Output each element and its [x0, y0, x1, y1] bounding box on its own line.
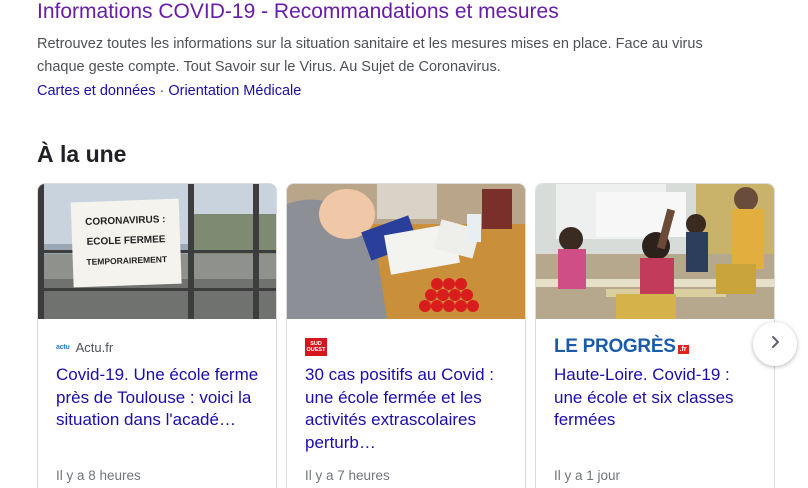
top-stories-carousel: CORONAVIRUS : ECOLE FERMEE TEMPORAIREMEN… — [37, 183, 808, 488]
sitelink-separator: · — [159, 83, 165, 99]
sitelink-orientation[interactable]: Orientation Médicale — [168, 83, 301, 99]
news-card-image — [287, 184, 525, 319]
news-headline[interactable]: 30 cas positifs au Covid : une école fer… — [305, 364, 511, 454]
news-time: Il y a 7 heures — [305, 468, 390, 483]
news-card-actu[interactable]: CORONAVIRUS : ECOLE FERMEE TEMPORAIREMEN… — [37, 183, 277, 488]
news-time: Il y a 8 heures — [56, 468, 141, 483]
news-source-name: Actu.fr — [75, 339, 114, 355]
result-snippet: Retrouvez toutes les informations sur la… — [37, 36, 703, 75]
sitelink-cartes[interactable]: Cartes et données — [37, 83, 156, 99]
news-source: actu Actu.fr — [56, 338, 113, 356]
carousel-next-button[interactable] — [753, 322, 797, 366]
news-source: SUD OUEST — [305, 338, 327, 356]
news-card-sudouest[interactable]: SUD OUEST 30 cas positifs au Covid : une… — [286, 183, 526, 488]
actu-logo: actu — [56, 343, 70, 351]
news-card-image: CORONAVIRUS : ECOLE FERMEE TEMPORAIREMEN… — [38, 184, 276, 319]
sudouest-logo: SUD OUEST — [305, 338, 327, 356]
sitelinks: Cartes et données · Orientation Médicale — [37, 80, 301, 102]
news-card-leprogres[interactable]: LE PROGRÈS .fr Haute-Loire. Covid-19 : u… — [535, 183, 775, 488]
news-headline[interactable]: Haute-Loire. Covid-19 : une école et six… — [554, 364, 760, 432]
news-time: Il y a 1 jour — [554, 468, 621, 483]
result-title-link[interactable]: Informations COVID-19 - Recommandations … — [37, 0, 559, 26]
news-source: LE PROGRÈS .fr — [554, 336, 689, 357]
news-card-image — [536, 184, 774, 319]
top-stories-heading: À la une — [37, 141, 127, 167]
leprogres-logo: LE PROGRÈS .fr — [554, 336, 689, 357]
news-headline[interactable]: Covid-19. Une école ferme près de Toulou… — [56, 364, 262, 432]
chevron-right-icon — [767, 334, 783, 355]
